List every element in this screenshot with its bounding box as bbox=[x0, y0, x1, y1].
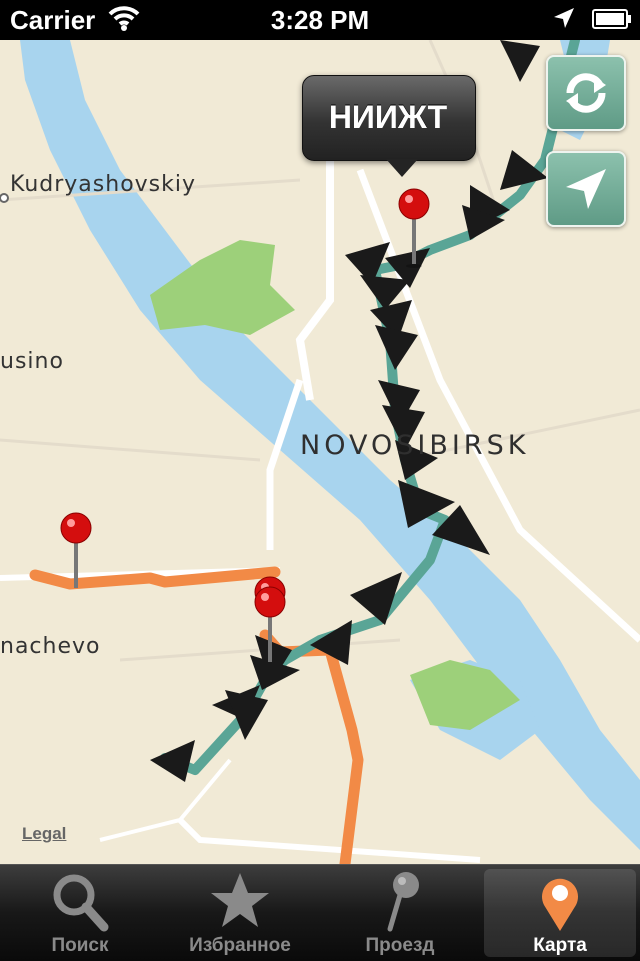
map-pin-niizht[interactable] bbox=[396, 188, 432, 268]
map-view[interactable]: Kudryashovskiy usino nachevo Novosibirsk… bbox=[0, 40, 640, 864]
locate-me-button[interactable] bbox=[546, 151, 626, 227]
tab-route-label: Проезд bbox=[365, 935, 435, 956]
tab-bar: Поиск Избранное Проезд Карта bbox=[0, 864, 640, 961]
map-pin-icon bbox=[542, 878, 578, 931]
tab-map-label: Карта bbox=[533, 935, 587, 956]
tab-favorites-label: Избранное bbox=[189, 935, 291, 956]
place-label-nachevo: nachevo bbox=[0, 634, 101, 659]
tab-route[interactable]: Проезд bbox=[320, 865, 480, 961]
place-label-kudryashovskiy: Kudryashovskiy bbox=[10, 172, 197, 197]
search-icon bbox=[53, 874, 109, 932]
legal-link[interactable]: Legal bbox=[22, 824, 66, 844]
tab-favorites[interactable]: Избранное bbox=[160, 865, 320, 961]
location-services-icon bbox=[554, 8, 574, 28]
map-pin-center-2[interactable] bbox=[252, 586, 288, 666]
pin-icon bbox=[387, 872, 419, 932]
status-bar: Carrier 3:28 PM bbox=[0, 0, 640, 40]
battery-icon bbox=[592, 9, 631, 29]
pin-callout[interactable]: НИИЖТ bbox=[302, 75, 476, 177]
refresh-button[interactable] bbox=[546, 55, 626, 131]
tab-search-label: Поиск bbox=[51, 935, 109, 956]
callout-title: НИИЖТ bbox=[328, 99, 448, 135]
map-pin-west[interactable] bbox=[58, 512, 94, 592]
tab-map[interactable]: Карта bbox=[480, 865, 640, 961]
city-label-novosibirsk: Novosibirsk bbox=[300, 430, 530, 461]
route-orange bbox=[29, 566, 364, 864]
clock: 3:28 PM bbox=[270, 5, 370, 35]
place-label-usino: usino bbox=[0, 349, 64, 374]
star-icon bbox=[211, 873, 269, 927]
tab-search[interactable]: Поиск bbox=[0, 865, 160, 961]
location-arrow-icon bbox=[566, 169, 606, 209]
refresh-icon bbox=[566, 73, 606, 113]
